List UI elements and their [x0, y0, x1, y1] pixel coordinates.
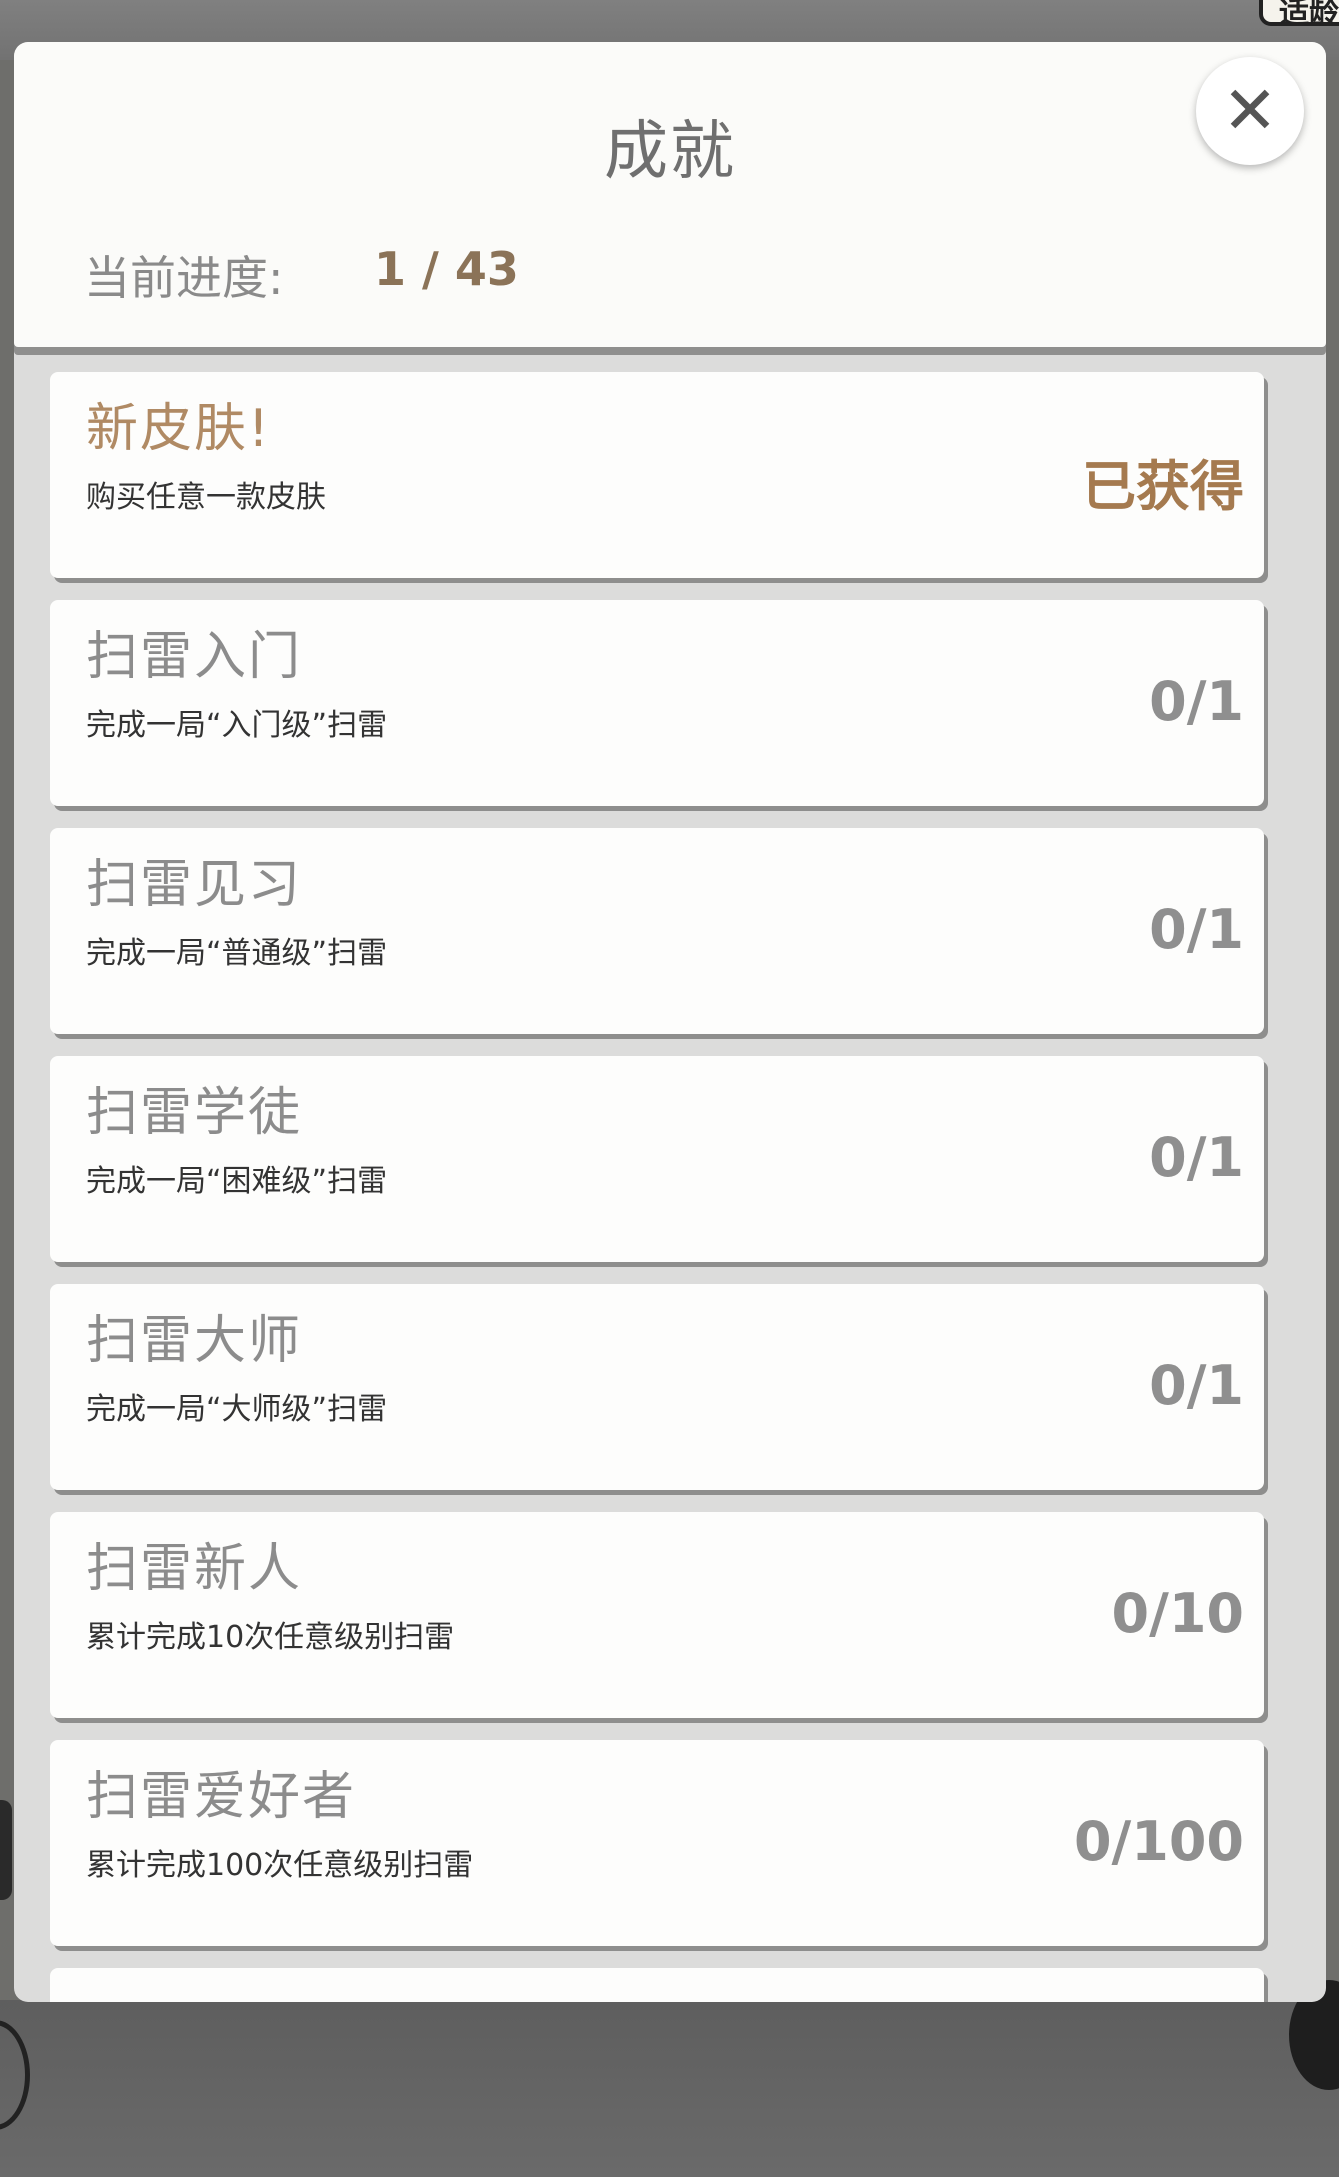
achievement-title: 扫雷学徒 [86, 1083, 303, 1143]
achievement-card[interactable]: 扫雷入门 完成一局“入门级”扫雷 0/1 [50, 600, 1264, 806]
achievement-status: 0/1 [1149, 670, 1244, 733]
close-button[interactable]: ✕ [1196, 57, 1304, 165]
achievement-status: 0/1 [1149, 1126, 1244, 1189]
achievement-title: 新皮肤! [86, 399, 271, 459]
background-bottom [0, 2000, 1339, 2177]
achievement-description: 完成一局“困难级”扫雷 [86, 1164, 388, 1199]
achievement-title: 扫雷爱好者 [86, 1767, 357, 1827]
age-rating-badge: 适龄提 [1259, 0, 1339, 26]
progress-value: 1 / 43 [374, 242, 519, 296]
achievement-status: 0/1 [1149, 898, 1244, 961]
achievement-card[interactable]: 扫雷爱好者 累计完成100次任意级别扫雷 0/100 [50, 1740, 1264, 1946]
achievement-description: 完成一局“大师级”扫雷 [86, 1392, 388, 1427]
close-icon: ✕ [1222, 72, 1278, 149]
achievement-card[interactable]: 扫雷学徒 完成一局“困难级”扫雷 0/1 [50, 1056, 1264, 1262]
dialog-title: 成就 [604, 115, 736, 189]
achievement-title: 扫雷大师 [86, 1311, 303, 1371]
achievement-description: 购买任意一款皮肤 [86, 480, 326, 515]
background-decoration-left-bar [0, 1800, 12, 1900]
achievement-title: 扫雷入门 [86, 627, 303, 687]
achievement-status: 0/100 [1073, 1810, 1244, 1873]
achievement-description: 累计完成100次任意级别扫雷 [86, 1848, 474, 1883]
achievements-dialog: 成就 ✕ 当前进度: 1 / 43 新皮肤! 购买任意一款皮肤 已获得 扫雷入门… [14, 42, 1326, 2002]
achievement-card-partial[interactable] [50, 1968, 1264, 2002]
achievement-status: 0/1 [1149, 1354, 1244, 1417]
achievement-card[interactable]: 新皮肤! 购买任意一款皮肤 已获得 [50, 372, 1264, 578]
achievement-status: 0/10 [1111, 1582, 1244, 1645]
achievement-description: 完成一局“入门级”扫雷 [86, 708, 388, 743]
achievement-card[interactable]: 扫雷大师 完成一局“大师级”扫雷 0/1 [50, 1284, 1264, 1490]
achievement-list[interactable]: 新皮肤! 购买任意一款皮肤 已获得 扫雷入门 完成一局“入门级”扫雷 0/1 扫… [50, 372, 1280, 2002]
achievement-title: 扫雷见习 [86, 855, 303, 915]
achievement-title: 扫雷新人 [86, 1539, 303, 1599]
dialog-header: 成就 ✕ 当前进度: 1 / 43 [14, 42, 1326, 347]
achievement-card[interactable]: 扫雷见习 完成一局“普通级”扫雷 0/1 [50, 828, 1264, 1034]
achievement-description: 累计完成10次任意级别扫雷 [86, 1620, 455, 1655]
achievement-card[interactable]: 扫雷新人 累计完成10次任意级别扫雷 0/10 [50, 1512, 1264, 1718]
achievement-description: 完成一局“普通级”扫雷 [86, 936, 388, 971]
progress-label: 当前进度: [84, 251, 284, 305]
achievement-status: 已获得 [1082, 455, 1244, 518]
